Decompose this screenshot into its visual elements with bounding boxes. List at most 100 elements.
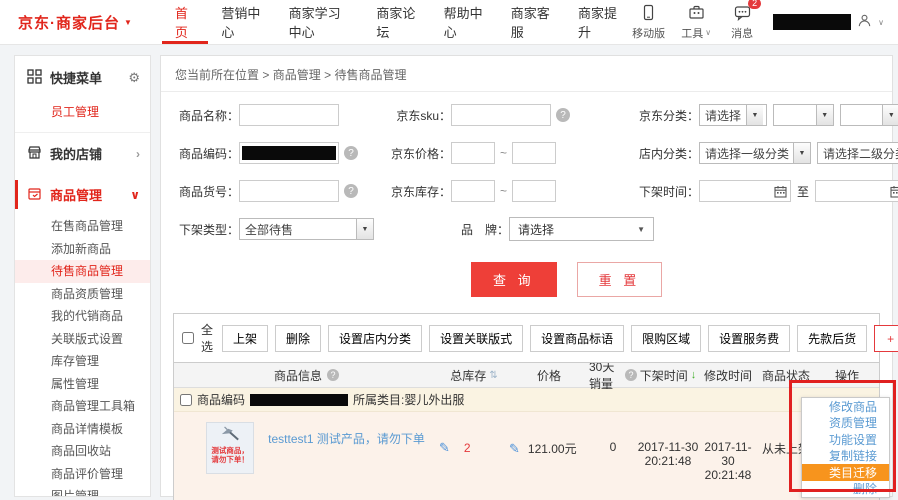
jd-category-select-3[interactable]: ▼ — [839, 104, 898, 126]
breadcrumb-sep: > — [262, 68, 270, 82]
sidebar-submenu: 在售商品管理 添加新商品 待售商品管理 商品资质管理 我的代销商品 关联版式设置… — [15, 215, 150, 496]
help-icon[interactable]: ? — [344, 184, 358, 198]
brand-select[interactable]: 请选择 ▼ — [509, 217, 654, 241]
set-slogan-button[interactable]: 设置商品标语 — [530, 324, 625, 352]
edit-stock-pencil-icon[interactable]: ✎ — [439, 440, 450, 456]
offshelf-date-end[interactable] — [815, 180, 898, 202]
table-toolbar-top: 全选 上架 删除 设置店内分类 设置关联版式 设置商品标语 限购区域 设置服务费… — [174, 314, 898, 363]
col-offshelf-time[interactable]: 下架时间 ↓ — [637, 367, 699, 384]
sort-icon[interactable]: ⇅ — [489, 370, 497, 381]
sidebar-item-layout-settings[interactable]: 关联版式设置 — [15, 328, 150, 351]
jd-price-min-input[interactable] — [451, 142, 495, 164]
header-right: 移动版 工具 ∨ 2 消息 ∨ — [632, 0, 898, 44]
breadcrumb-product-mgmt[interactable]: 商品管理 — [273, 68, 321, 82]
nav-home[interactable]: 首页 — [161, 0, 209, 44]
sidebar-item-attribute-mgmt[interactable]: 属性管理 — [15, 373, 150, 396]
publish-button[interactable]: 上架 — [222, 324, 269, 352]
nav-merchant-forum[interactable]: 商家论坛 — [363, 0, 430, 44]
redacted-product-code — [250, 393, 349, 406]
product-name-input[interactable] — [239, 104, 339, 126]
jd-stock-max-input[interactable] — [512, 180, 557, 202]
sidebar-item-recycle-bin[interactable]: 商品回收站 — [15, 440, 150, 463]
menu-item-copy-link[interactable]: 复制链接 — [802, 448, 889, 465]
help-icon[interactable]: ? — [344, 146, 358, 160]
add-new-product-button[interactable]: + 添加新商品 — [874, 324, 898, 352]
jd-sku-input[interactable] — [451, 104, 551, 126]
menu-item-delete[interactable]: 删除 — [802, 481, 889, 498]
redacted-product-code — [242, 146, 336, 160]
user-account-menu[interactable]: ∨ — [773, 13, 884, 31]
sidebar-item-add-product[interactable]: 添加新商品 — [15, 238, 150, 261]
col-30d-sales: 30天销量 ? — [589, 358, 637, 392]
date-end-input[interactable] — [815, 180, 898, 202]
help-icon[interactable]: ? — [556, 108, 570, 122]
sidebar-item-onsale-mgmt[interactable]: 在售商品管理 — [15, 215, 150, 238]
row-checkbox[interactable] — [180, 393, 192, 406]
sales-30d-value: 0 — [609, 440, 617, 454]
jd-price-max-input[interactable] — [512, 142, 557, 164]
product-name-link[interactable]: testtest1 测试产品，请勿下单 — [268, 430, 425, 447]
chevron-down-icon: ∨ — [130, 187, 140, 202]
jd-category-select-1[interactable]: 请选择 ▼ — [699, 104, 768, 126]
nav-merchant-improve[interactable]: 商家提升 — [565, 0, 632, 44]
calendar-icon[interactable] — [890, 185, 898, 198]
sidebar-item-detail-template[interactable]: 商品详情模板 — [15, 418, 150, 441]
set-shop-category-button[interactable]: 设置店内分类 — [328, 324, 423, 352]
sidebar-item-inventory-mgmt[interactable]: 库存管理 — [15, 350, 150, 373]
purchase-limit-area-button[interactable]: 限购区域 — [631, 324, 702, 352]
offshelf-date-start[interactable] — [699, 180, 791, 202]
sidebar-item-qualification-mgmt[interactable]: 商品资质管理 — [15, 283, 150, 306]
select-all-label: 全选 — [201, 323, 214, 354]
mobile-version-button[interactable]: 移动版 — [632, 4, 665, 41]
search-button[interactable]: 查 询 — [471, 262, 557, 297]
tools-label: 工具 ∨ — [681, 27, 712, 40]
set-layout-button[interactable]: 设置关联版式 — [429, 324, 524, 352]
product-mgmt-label: 商品管理 — [50, 188, 103, 203]
group-category: 所属类目:婴儿外出服 — [353, 393, 465, 407]
offshelf-type-select[interactable]: 全部待售 ▼ — [239, 218, 374, 240]
col-total-stock[interactable]: 总库存 ⇅ — [439, 367, 509, 384]
sidebar-section-my-shop[interactable]: 我的店铺 › — [15, 133, 150, 174]
logo-text: 京东·商家后台 — [18, 14, 120, 32]
product-thumbnail[interactable]: 测试商品， 请勿下单！ — [206, 422, 255, 474]
tools-button[interactable]: 工具 ∨ — [681, 4, 711, 41]
col-actions: 操作 — [834, 368, 859, 383]
help-icon[interactable]: ? — [327, 369, 339, 381]
product-code-label: 商品编码： — [178, 146, 239, 161]
menu-item-edit-product[interactable]: 修改商品 — [802, 398, 889, 415]
sidebar-item-consignment[interactable]: 我的代销商品 — [15, 305, 150, 328]
shop-category-l2-select[interactable]: 请选择二级分类▼ — [817, 142, 898, 164]
nav-help-center[interactable]: 帮助中心 — [431, 0, 498, 44]
gear-icon[interactable]: ⚙ — [128, 70, 140, 86]
nav-marketing-center[interactable]: 营销中心 — [208, 0, 275, 44]
toolbox-icon — [688, 4, 705, 24]
nav-merchant-service[interactable]: 商家客服 — [498, 0, 565, 44]
edit-price-pencil-icon[interactable]: ✎ — [509, 441, 520, 457]
messages-button[interactable]: 2 消息 — [727, 0, 762, 41]
jd-stock-min-input[interactable] — [451, 180, 495, 202]
reset-button[interactable]: 重 置 — [576, 262, 663, 297]
sidebar-item-employee-mgmt[interactable]: 员工管理 — [15, 97, 150, 133]
menu-item-qualification-mgmt[interactable]: 资质管理 — [802, 415, 889, 432]
set-service-fee-button[interactable]: 设置服务费 — [708, 324, 791, 352]
sidebar-section-product-mgmt[interactable]: 商品管理 ∨ — [15, 174, 150, 215]
select-all-checkbox[interactable] — [182, 332, 194, 344]
nav-merchant-learning[interactable]: 商家学习中心 — [276, 0, 364, 44]
product-code-input[interactable] — [239, 142, 339, 164]
logo[interactable]: 京东·商家后台 ▼ — [0, 0, 162, 44]
sidebar-item-toolbox[interactable]: 商品管理工具箱 — [15, 395, 150, 418]
sidebar-item-pending-sale-mgmt[interactable]: 待售商品管理 — [15, 260, 150, 283]
pay-first-button[interactable]: 先款后货 — [797, 324, 868, 352]
select-arrow-icon: ▼ — [793, 143, 810, 163]
delete-button[interactable]: 删除 — [275, 324, 322, 352]
jd-category-select-2[interactable]: ▼ — [773, 104, 834, 126]
menu-item-category-migration[interactable]: 类目迁移 — [802, 464, 889, 481]
sidebar-item-review-mgmt[interactable]: 商品评价管理 — [15, 463, 150, 486]
sidebar-item-image-mgmt[interactable]: 图片管理 — [15, 485, 150, 496]
shop-category-l1-select[interactable]: 请选择一级分类 ▼ — [699, 142, 811, 164]
menu-item-feature-settings[interactable]: 功能设置 — [802, 431, 889, 448]
stock-value: 2 — [463, 441, 471, 455]
help-icon[interactable]: ? — [625, 369, 637, 381]
product-no-input[interactable] — [239, 180, 339, 202]
calendar-icon[interactable] — [774, 185, 787, 198]
